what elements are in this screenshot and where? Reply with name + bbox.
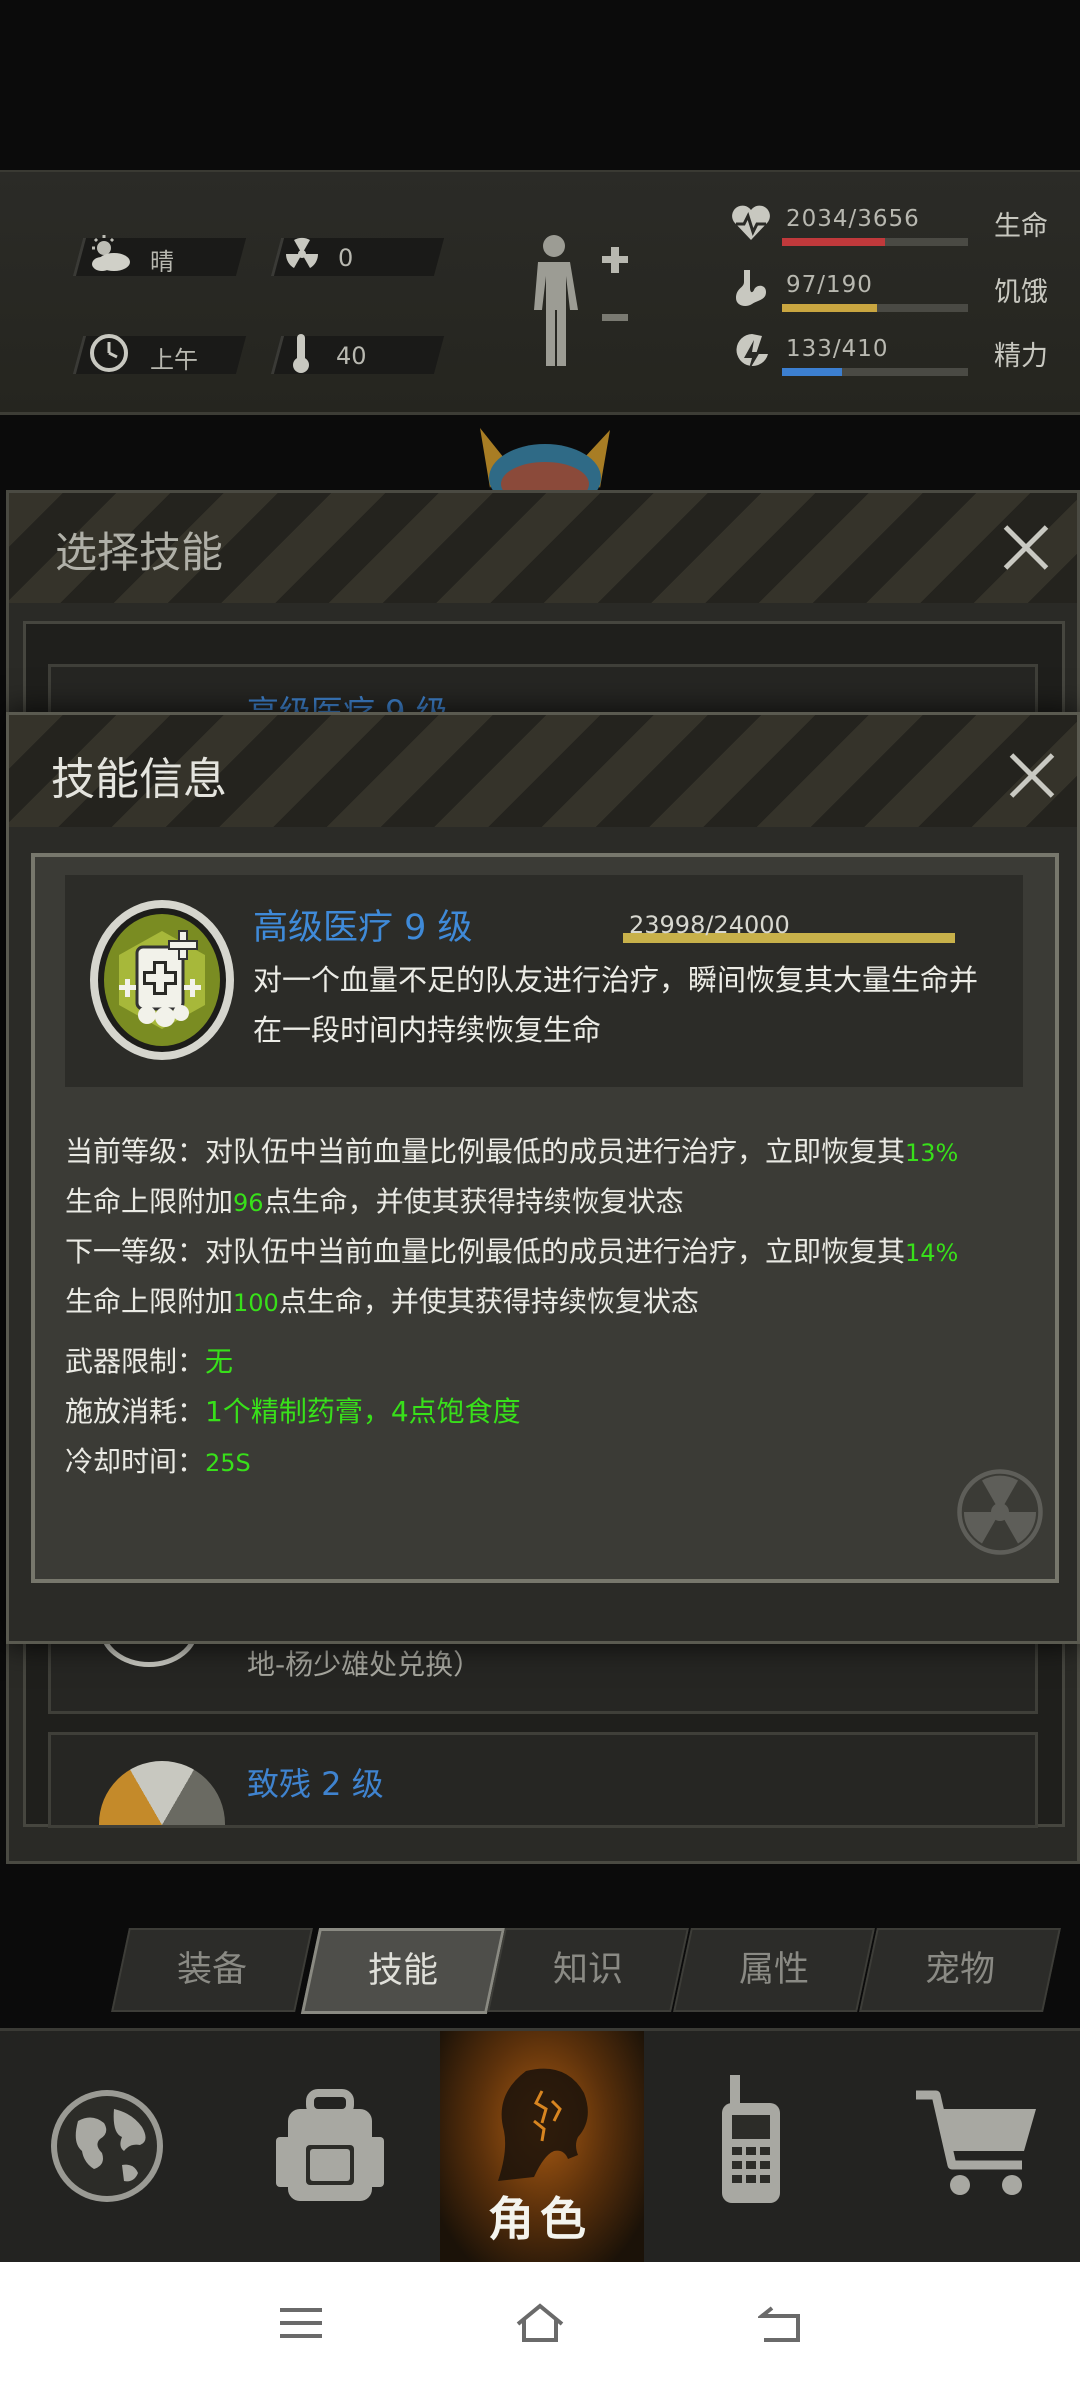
backpack-icon — [270, 2087, 390, 2209]
role-icon — [486, 2061, 598, 2195]
tab-attributes[interactable]: 属性 — [673, 1928, 875, 2012]
weapon-restriction: 武器限制：无 — [65, 1337, 233, 1387]
current-level-pct: 13% — [905, 1139, 959, 1167]
energy-icon — [734, 332, 770, 380]
cast-cost-value: 1个精制药膏，4点饱食度 — [205, 1395, 521, 1428]
status-bar: 晴 0 上午 40 2034/3656 生命 97/190 饥饿 133/410… — [0, 170, 1080, 415]
energy-bar — [782, 368, 968, 376]
bottom-nav: 角色 — [0, 2028, 1080, 2265]
current-level-line1: 当前等级：对队伍中当前血量比例最低的成员进行治疗，立即恢复其13% — [65, 1127, 958, 1178]
time-value: 上午 — [150, 346, 198, 374]
weapon-restriction-value: 无 — [205, 1345, 234, 1378]
radiation-watermark-icon — [955, 1467, 1045, 1561]
clock-icon — [88, 332, 130, 374]
thermometer-icon — [290, 332, 312, 374]
next-level-amount: 100 — [233, 1289, 279, 1317]
cart-icon — [912, 2087, 1042, 2203]
nav-radio[interactable] — [644, 2031, 862, 2265]
tab-label: 装备 — [176, 1950, 247, 1990]
next-level-bonus-label: 生命上限附加 — [65, 1285, 234, 1318]
select-skill-close-icon[interactable] — [1001, 523, 1051, 573]
list-item-desc: 地-杨少雄处兑换） — [247, 1648, 482, 1681]
list-item-title: 致残 2 级 — [247, 1765, 384, 1803]
skill-icon — [99, 1761, 225, 1825]
cooldown-label: 冷却时间： — [65, 1445, 206, 1478]
cooldown: 冷却时间：25S — [65, 1437, 251, 1488]
cast-cost: 施放消耗：1个精制药膏，4点饱食度 — [65, 1387, 521, 1437]
body-status-icon[interactable] — [520, 232, 630, 376]
current-level-text: 当前等级：对队伍中当前血量比例最低的成员进行治疗，立即恢复其 — [65, 1135, 906, 1168]
skill-description-line1: 对一个血量不足的队友进行治疗，瞬间恢复其大量生命并 — [253, 963, 979, 997]
nav-backpack[interactable] — [220, 2031, 440, 2265]
current-level-bonus-suffix: 点生命，并使其获得持续恢复状态 — [263, 1185, 684, 1218]
hunger-value: 97/190 — [786, 272, 873, 298]
tab-pets[interactable]: 宠物 — [859, 1928, 1061, 2012]
heart-icon — [730, 204, 772, 246]
radiation-icon — [282, 234, 322, 274]
energy-value: 133/410 — [786, 336, 889, 362]
system-nav-bar — [0, 2262, 1080, 2388]
skill-card: 高级医疗 9 级 23998/24000 对一个血量不足的队友进行治疗，瞬间恢复… — [65, 875, 1023, 1087]
next-level-line1: 下一等级：对队伍中当前血量比例最低的成员进行治疗，立即恢复其14% — [65, 1227, 958, 1278]
hunger-bar — [782, 304, 968, 312]
stomach-icon — [734, 268, 768, 312]
character-avatar — [470, 418, 620, 512]
next-level-line2: 生命上限附加100点生命，并使其获得持续恢复状态 — [65, 1277, 699, 1328]
tab-label: 宠物 — [924, 1950, 995, 1990]
skill-description-line2: 在一段时间内持续恢复生命 — [253, 1013, 602, 1047]
weapon-restriction-label: 武器限制： — [65, 1345, 206, 1378]
temperature-value: 40 — [336, 342, 367, 370]
tab-label: 技能 — [367, 1951, 438, 1991]
skill-name: 高级医疗 9 级 — [253, 908, 473, 948]
radiation-value: 0 — [338, 244, 354, 272]
next-level-bonus-suffix: 点生命，并使其获得持续恢复状态 — [278, 1285, 699, 1318]
current-level-bonus-label: 生命上限附加 — [65, 1185, 234, 1218]
nav-world[interactable] — [0, 2031, 220, 2265]
nav-shop[interactable] — [862, 2031, 1080, 2265]
cast-cost-label: 施放消耗： — [65, 1395, 206, 1428]
select-skill-title: 选择技能 — [55, 528, 224, 577]
hunger-bar-fill — [782, 304, 877, 312]
list-item[interactable]: 致残 2 级 — [48, 1732, 1038, 1828]
back-icon[interactable] — [756, 2304, 802, 2348]
home-icon[interactable] — [514, 2302, 566, 2348]
tab-skills[interactable]: 技能 — [300, 1928, 506, 2014]
medical-kit-icon — [87, 897, 235, 1061]
energy-bar-fill — [782, 368, 843, 376]
skill-info-close-icon[interactable] — [1007, 751, 1057, 801]
health-bar — [782, 238, 968, 246]
cooldown-value: 25S — [205, 1449, 251, 1477]
xp-value: 23998/24000 — [629, 911, 790, 939]
menu-icon[interactable] — [280, 2306, 322, 2344]
walkie-talkie-icon — [716, 2075, 786, 2209]
energy-label: 精力 — [994, 341, 1048, 372]
cloud-sun-icon — [88, 234, 132, 274]
tab-label: 知识 — [552, 1950, 623, 1990]
health-bar-fill — [782, 238, 886, 246]
weather-value: 晴 — [150, 248, 174, 276]
current-level-line2: 生命上限附加96点生命，并使其获得持续恢复状态 — [65, 1177, 684, 1228]
health-label: 生命 — [994, 211, 1048, 242]
tab-equipment[interactable]: 装备 — [111, 1928, 313, 2012]
next-level-text: 下一等级：对队伍中当前血量比例最低的成员进行治疗，立即恢复其 — [65, 1235, 906, 1268]
hunger-label: 饥饿 — [994, 277, 1048, 308]
nav-role[interactable]: 角色 — [440, 2031, 644, 2265]
skill-info-title: 技能信息 — [51, 754, 227, 805]
globe-icon — [48, 2087, 166, 2209]
nav-role-label: 角色 — [488, 2192, 592, 2246]
skill-info-body: 高级医疗 9 级 23998/24000 对一个血量不足的队友进行治疗，瞬间恢复… — [31, 853, 1059, 1583]
tab-knowledge[interactable]: 知识 — [487, 1928, 689, 2012]
next-level-pct: 14% — [905, 1239, 959, 1267]
current-level-amount: 96 — [233, 1189, 264, 1217]
skill-info-dialog: 技能信息 高级医疗 9 级 23998/24000 对一个血量不足的队友进行治疗… — [6, 712, 1080, 1644]
health-value: 2034/3656 — [786, 206, 920, 232]
tab-label: 属性 — [738, 1950, 809, 1990]
